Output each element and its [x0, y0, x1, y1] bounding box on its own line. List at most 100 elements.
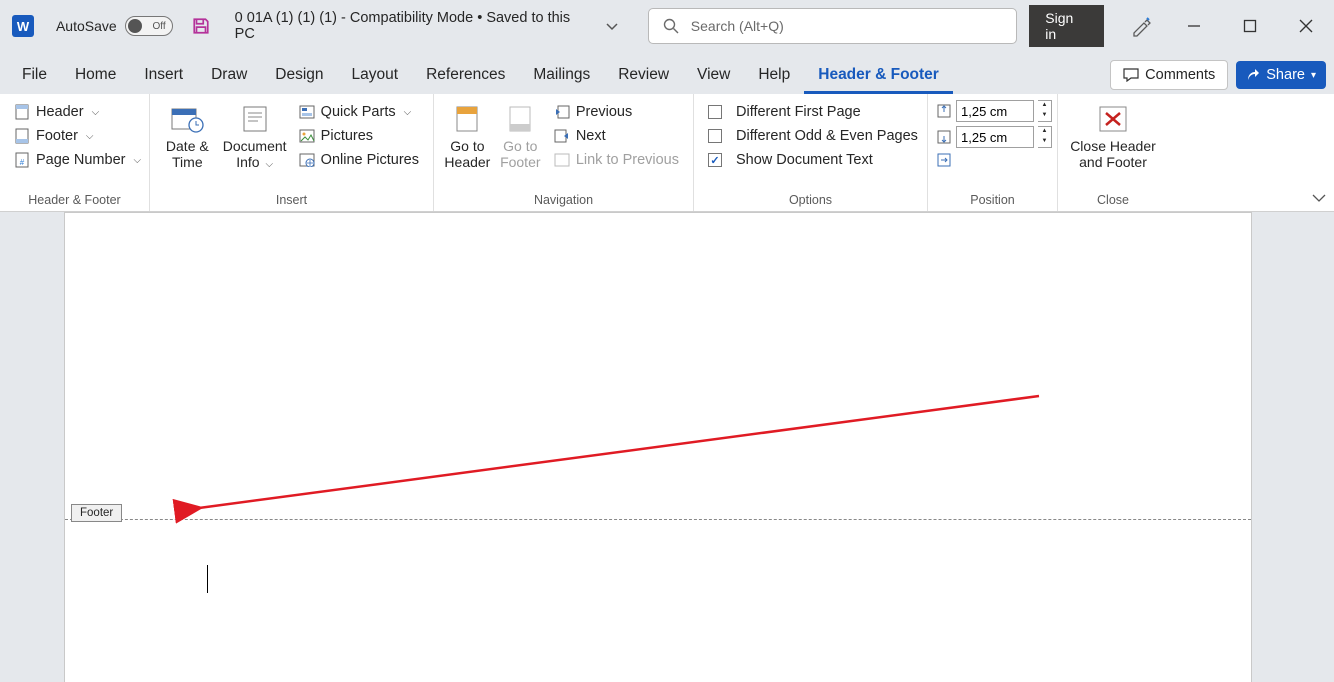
- close-button[interactable]: [1298, 18, 1314, 34]
- ribbon-group-label: Insert: [150, 193, 433, 211]
- checkbox-icon: [708, 105, 722, 119]
- ribbon-group-options: Different First Page Different Odd & Eve…: [694, 94, 928, 211]
- quick-parts-icon: [299, 104, 315, 120]
- different-first-page-checkbox[interactable]: Different First Page: [702, 100, 924, 124]
- previous-button[interactable]: Previous: [548, 100, 685, 124]
- spinner-icon[interactable]: ▲▼: [1038, 126, 1052, 148]
- tab-view[interactable]: View: [683, 58, 744, 94]
- document-title: 0 01A (1) (1) (1) - Compatibility Mode •…: [235, 10, 594, 42]
- document-canvas: Footer: [0, 212, 1334, 682]
- sign-in-button[interactable]: Sign in: [1029, 5, 1104, 47]
- text-cursor: [207, 565, 208, 593]
- title-dropdown-icon[interactable]: [606, 18, 618, 34]
- calendar-clock-icon: [169, 104, 205, 134]
- alignment-tab-icon: [936, 152, 952, 168]
- tab-mailings[interactable]: Mailings: [519, 58, 604, 94]
- ribbon: Header⌵ Footer⌵ # Page Number⌵ Header & …: [0, 94, 1334, 212]
- autosave-toggle[interactable]: Off: [125, 16, 173, 36]
- ribbon-collapse-icon[interactable]: [1312, 194, 1326, 207]
- spinner-icon[interactable]: ▲▼: [1038, 100, 1052, 122]
- ribbon-group-label: Navigation: [434, 193, 693, 211]
- search-placeholder: Search (Alt+Q): [691, 18, 784, 34]
- page-number-dropdown[interactable]: # Page Number⌵: [8, 148, 147, 172]
- checkbox-checked-icon: [708, 153, 722, 167]
- ribbon-group-insert: Date & Time Document Info ⌵ Quick Parts⌵…: [150, 94, 434, 211]
- goto-header-icon: [449, 104, 485, 134]
- ribbon-group-label: Header & Footer: [0, 193, 149, 211]
- position-top-icon: [936, 103, 952, 119]
- ribbon-group-label: Close: [1058, 193, 1168, 211]
- footer-from-bottom-input[interactable]: ▲▼: [936, 126, 1052, 148]
- ribbon-group-close: Close Header and Footer Close: [1058, 94, 1168, 211]
- position-top-value[interactable]: [956, 100, 1034, 122]
- link-previous-icon: [554, 152, 570, 168]
- goto-header-button[interactable]: Go to Header: [442, 100, 493, 174]
- close-x-icon: [1095, 104, 1131, 134]
- previous-icon: [554, 104, 570, 120]
- position-bottom-icon: [936, 129, 952, 145]
- tab-header-footer[interactable]: Header & Footer: [804, 58, 953, 94]
- date-time-button[interactable]: Date & Time: [158, 100, 217, 174]
- share-icon: [1246, 68, 1260, 82]
- comments-button[interactable]: Comments: [1110, 60, 1228, 90]
- tab-help[interactable]: Help: [744, 58, 804, 94]
- link-previous-button: Link to Previous: [548, 148, 685, 172]
- show-document-text-checkbox[interactable]: Show Document Text: [702, 148, 924, 172]
- close-header-footer-button[interactable]: Close Header and Footer: [1066, 100, 1160, 174]
- annotation-arrow-icon: [129, 388, 1049, 528]
- footer-dropdown[interactable]: Footer⌵: [8, 124, 147, 148]
- footer-tag: Footer: [71, 504, 122, 522]
- tab-design[interactable]: Design: [261, 58, 337, 94]
- tab-references[interactable]: References: [412, 58, 519, 94]
- document-info-icon: [237, 104, 273, 134]
- word-logo-icon: W: [12, 15, 34, 37]
- different-odd-even-checkbox[interactable]: Different Odd & Even Pages: [702, 124, 924, 148]
- goto-footer-button: Go to Footer: [497, 100, 544, 174]
- search-input[interactable]: Search (Alt+Q): [648, 8, 1018, 44]
- ribbon-group-label: Position: [928, 193, 1057, 211]
- footer-separator: [65, 519, 1251, 520]
- checkbox-icon: [708, 129, 722, 143]
- save-button[interactable]: [191, 16, 211, 36]
- position-bottom-value[interactable]: [956, 126, 1034, 148]
- pictures-button[interactable]: Pictures: [293, 124, 425, 148]
- quick-parts-button[interactable]: Quick Parts⌵: [293, 100, 425, 124]
- ribbon-group-position: ▲▼ ▲▼ Position: [928, 94, 1058, 211]
- ribbon-group-navigation: Go to Header Go to Footer Previous Next: [434, 94, 694, 211]
- goto-footer-icon: [502, 104, 538, 134]
- tab-file[interactable]: File: [8, 58, 61, 94]
- online-pictures-icon: [299, 152, 315, 168]
- tab-home[interactable]: Home: [61, 58, 130, 94]
- save-icon: [192, 17, 210, 35]
- menu-tabs: File Home Insert Draw Design Layout Refe…: [0, 52, 1334, 94]
- window-controls: [1186, 18, 1314, 34]
- tab-review[interactable]: Review: [604, 58, 683, 94]
- title-bar: W AutoSave Off 0 01A (1) (1) (1) - Compa…: [0, 0, 1334, 52]
- search-icon: [663, 18, 679, 34]
- tab-insert[interactable]: Insert: [130, 58, 197, 94]
- tab-layout[interactable]: Layout: [338, 58, 413, 94]
- comment-icon: [1123, 68, 1139, 82]
- ribbon-group-label: Options: [694, 193, 927, 211]
- footer-icon: [14, 128, 30, 144]
- voice-pen-icon[interactable]: [1130, 15, 1152, 37]
- online-pictures-button[interactable]: Online Pictures: [293, 148, 425, 172]
- autosave-control[interactable]: AutoSave Off: [56, 16, 173, 36]
- ribbon-group-header-footer: Header⌵ Footer⌵ # Page Number⌵ Header & …: [0, 94, 150, 211]
- document-info-button[interactable]: Document Info ⌵: [221, 100, 289, 175]
- next-button[interactable]: Next: [548, 124, 685, 148]
- minimize-button[interactable]: [1186, 18, 1202, 34]
- svg-text:#: #: [20, 158, 25, 167]
- document-page[interactable]: Footer: [64, 212, 1252, 682]
- next-icon: [554, 128, 570, 144]
- page-number-icon: #: [14, 152, 30, 168]
- pictures-icon: [299, 128, 315, 144]
- maximize-button[interactable]: [1242, 18, 1258, 34]
- header-icon: [14, 104, 30, 120]
- autosave-label: AutoSave: [56, 18, 117, 34]
- share-button[interactable]: Share ▾: [1236, 61, 1326, 89]
- header-dropdown[interactable]: Header⌵: [8, 100, 147, 124]
- insert-alignment-tab-button[interactable]: [936, 152, 1052, 168]
- tab-draw[interactable]: Draw: [197, 58, 261, 94]
- header-from-top-input[interactable]: ▲▼: [936, 100, 1052, 122]
